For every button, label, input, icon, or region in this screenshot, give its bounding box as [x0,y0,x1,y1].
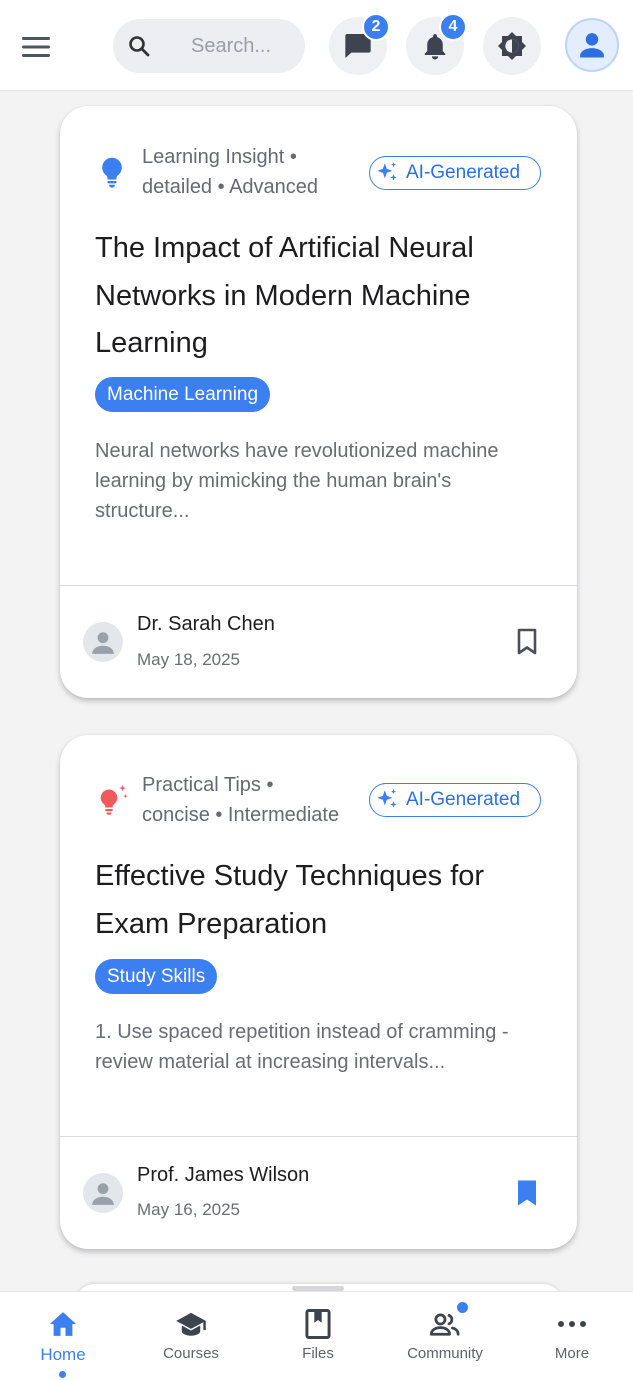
nav-label: More [554,1345,590,1362]
post-category: Learning Insight • [142,146,297,168]
sparkle-icon [377,162,397,181]
post-date: May 18, 2025 [137,650,241,669]
ai-generated-chip: AI-Generated [369,156,541,190]
messages-badge: 2 [362,13,390,41]
ai-generated-chip: AI-Generated [369,783,541,817]
search-input[interactable] [191,19,299,73]
sparkle-bulb-icon [100,785,128,815]
bookmark-button[interactable] [511,626,543,658]
home-icon [47,1308,79,1340]
book-icon [302,1308,334,1340]
post-level: concise • Intermediate [142,804,340,826]
theme-toggle-button[interactable] [483,17,541,75]
active-indicator-dot [59,1371,66,1378]
menu-button[interactable] [16,27,56,67]
bottom-navigation: Home Courses Files Community More [0,1291,633,1380]
bookmark-button[interactable] [511,1177,543,1209]
people-icon [429,1308,461,1340]
brightness-icon [498,32,526,60]
user-icon [92,1183,114,1205]
nav-label: Home [40,1345,86,1364]
nav-files[interactable]: Files [263,1292,373,1380]
post-card[interactable]: Practical Tips • concise • Intermediate … [60,735,577,1249]
author-name[interactable]: Prof. James Wilson [137,1164,309,1187]
nav-more[interactable]: More [517,1292,627,1380]
nav-label: Community [407,1345,483,1362]
lightbulb-icon [102,157,122,188]
topic-tag[interactable]: Study Skills [95,959,218,994]
messages-button[interactable]: 2 [329,13,390,75]
nav-home[interactable]: Home [8,1292,118,1380]
notifications-button[interactable]: 4 [406,13,467,75]
post-meta: Learning Insight • detailed • Advanced [142,142,382,202]
ai-generated-label: AI-Generated [406,789,521,810]
user-icon [580,33,604,58]
card-divider [60,1136,577,1137]
post-title[interactable]: Effective Study Techniques for Exam Prep… [95,853,545,948]
post-date: May 16, 2025 [137,1200,241,1219]
ai-generated-label: AI-Generated [406,162,521,183]
search-icon [129,36,150,57]
post-excerpt: Neural networks have revolutionized mach… [95,440,499,522]
author-avatar [83,1173,123,1213]
author-avatar [83,622,123,662]
top-app-bar: 2 4 [0,0,633,91]
post-card[interactable]: Learning Insight • detailed • Advanced A… [60,106,577,698]
nav-label: Courses [163,1345,219,1362]
post-excerpt: 1. Use spaced repetition instead of cram… [95,1021,509,1073]
bookmark-outline-icon [517,628,537,655]
nav-courses[interactable]: Courses [136,1292,246,1380]
graduation-cap-icon [175,1308,207,1340]
post-level: detailed • Advanced [142,176,319,198]
post-category: Practical Tips • [142,774,274,796]
nav-community[interactable]: Community [390,1292,500,1380]
notification-dot [457,1302,468,1313]
hamburger-menu-icon [22,37,50,57]
profile-avatar-button[interactable] [565,18,619,72]
card-divider [60,585,577,586]
topic-tag[interactable]: Machine Learning [95,377,271,412]
notifications-badge: 4 [439,13,467,41]
sparkle-icon [377,789,397,808]
bookmark-filled-icon [518,1180,536,1206]
more-dots-icon [556,1308,588,1340]
nav-label: Files [302,1345,334,1362]
search-bar[interactable] [113,19,305,73]
post-meta: Practical Tips • concise • Intermediate [142,770,382,830]
user-icon [92,632,114,654]
author-name[interactable]: Dr. Sarah Chen [137,613,275,636]
post-title[interactable]: The Impact of Artificial Neural Networks… [95,225,545,368]
